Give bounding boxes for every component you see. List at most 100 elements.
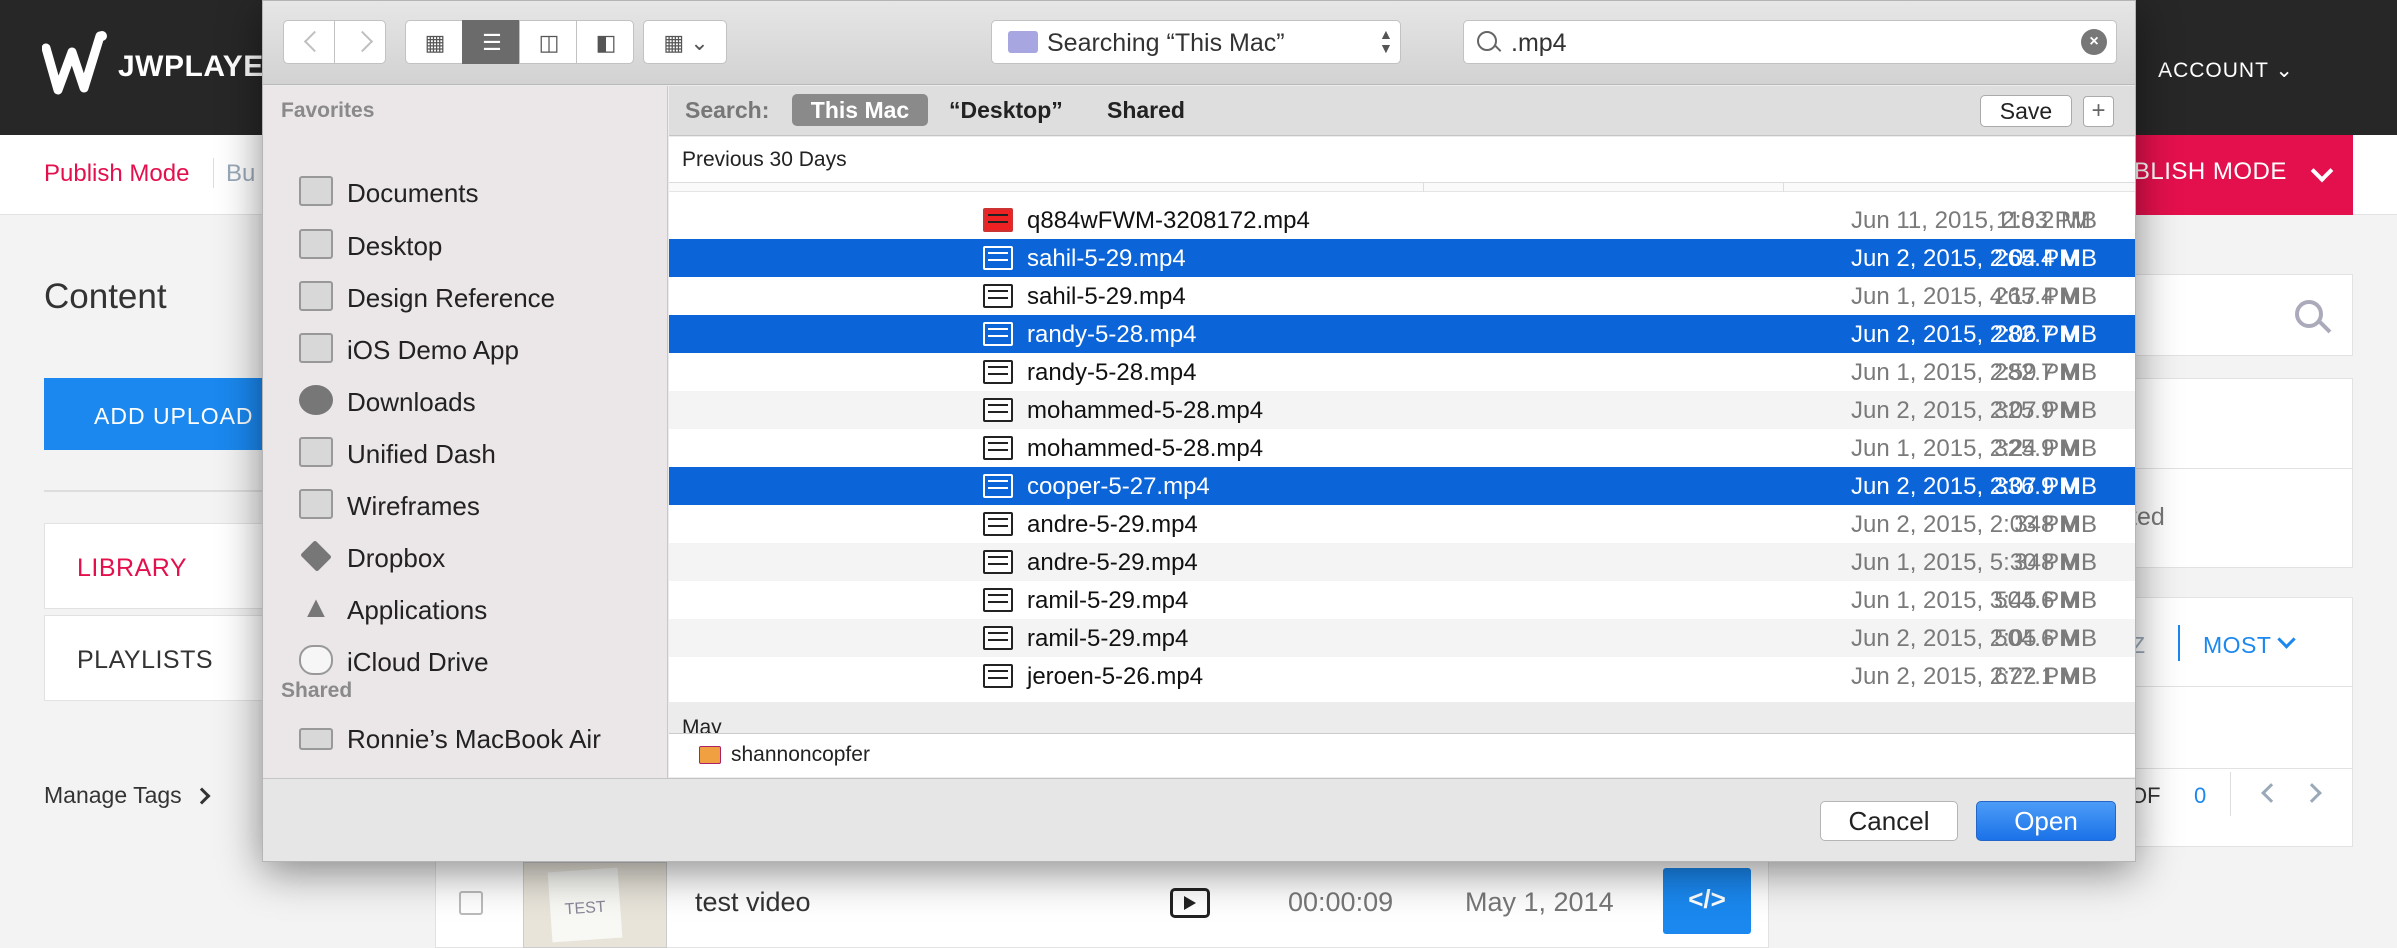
folder-icon (299, 437, 333, 467)
sidebar-item-wireframes[interactable]: Wireframes (263, 479, 668, 531)
scope-shared-button[interactable]: Shared (1107, 97, 1185, 124)
column-divider[interactable] (1783, 183, 1784, 192)
section-header (669, 137, 2135, 183)
sidebar-item-design-reference[interactable]: Design Reference (263, 271, 668, 323)
file-size: 348 MB (2014, 511, 2097, 538)
path-home-label[interactable]: shannoncopfer (731, 743, 870, 767)
embed-code-button[interactable]: </> (1663, 868, 1751, 934)
folder-icon (299, 489, 333, 519)
file-size: 325.9 MB (1994, 397, 2097, 424)
sidebar-item-unified-dash[interactable]: Unified Dash (263, 427, 668, 479)
scope-this-mac-button[interactable]: This Mac (792, 94, 928, 126)
add-criteria-button[interactable]: + (2083, 96, 2114, 127)
video-file-icon (983, 588, 1013, 612)
columns-icon: ◫ (538, 30, 560, 55)
path-bar (669, 733, 2135, 777)
search-scope-label: Searching “This Mac” (1047, 29, 1285, 57)
sidebar-item-documents[interactable]: Documents (263, 166, 668, 218)
file-size: 265.4 MB (1994, 283, 2097, 310)
list-icon: ☰ (482, 30, 502, 55)
file-row[interactable]: cooper-5-27.mp4 Jun 2, 2015, 2:07 PM 336.9… (669, 467, 2135, 505)
publish-mode-link[interactable]: Publish Mode (44, 160, 189, 188)
documents-icon (299, 176, 333, 206)
manage-tags-link[interactable]: Manage Tags (44, 782, 182, 809)
file-size: 265.4 MB (1994, 245, 2097, 272)
sidebar-item-label: Design Reference (347, 283, 556, 313)
account-label: ACCOUNT (2158, 59, 2269, 82)
save-search-button[interactable]: Save (1980, 95, 2072, 127)
video-file-icon (983, 322, 1013, 346)
row-checkbox[interactable] (459, 891, 483, 915)
file-name: mohammed-5-28.mp4 (1027, 435, 1264, 462)
close-icon[interactable]: × (2081, 29, 2107, 55)
file-row[interactable]: andre-5-29.mp4 Jun 1, 2015, 5:30 PM 348 MB (669, 543, 2135, 581)
list-view-button[interactable]: ☰ (462, 20, 520, 64)
column-divider[interactable] (1423, 183, 1424, 192)
search-query[interactable]: .mp4 (1511, 29, 1567, 58)
play-icon (1184, 896, 1196, 910)
file-open-dialog: ▦ ☰ ◫ ◧ ▦ ⌄ Searching “This Mac” ▲ ▼ .mp4… (262, 0, 2136, 862)
file-row[interactable]: randy-5-28.mp4 Jun 2, 2015, 2:06 PM 282.7 … (669, 315, 2135, 353)
thumbnail-sign: TEST (547, 867, 623, 943)
file-name: ramil-5-29.mp4 (1027, 587, 1189, 614)
publish-mode-button-label: UBLISH MODE (2116, 158, 2287, 185)
file-row[interactable]: mohammed-5-28.mp4 Jun 1, 2015, 2:24 PM 325… (669, 429, 2135, 467)
sidebar-item-label: Documents (347, 178, 479, 208)
divider (2178, 625, 2180, 661)
file-name: sahil-5-29.mp4 (1027, 245, 1186, 272)
file-row[interactable]: q884wFWM-3208172.mp4 Jun 11, 2015, 2:03 P… (669, 201, 2135, 239)
sidebar-item-dropbox[interactable]: Dropbox (263, 531, 668, 583)
file-row[interactable]: andre-5-29.mp4 Jun 2, 2015, 2:03 PM 348 MB (669, 505, 2135, 543)
applications-icon: ▲ (301, 591, 331, 624)
open-button[interactable]: Open (1976, 801, 2116, 841)
file-row[interactable]: randy-5-28.mp4 Jun 1, 2015, 2:59 PM 282.7 … (669, 353, 2135, 391)
file-name: andre-5-29.mp4 (1027, 549, 1198, 576)
video-file-icon (983, 474, 1013, 498)
column-view-button[interactable]: ◫ (519, 20, 577, 64)
video-file-icon (983, 246, 1013, 270)
section-label: Previous 30 Days (682, 148, 847, 171)
file-row[interactable]: mohammed-5-28.mp4 Jun 2, 2015, 2:07 PM 325… (669, 391, 2135, 429)
file-row[interactable]: ramil-5-29.mp4 Jun 1, 2015, 3:45 PM 504.6 … (669, 581, 2135, 619)
sidebar-item-desktop[interactable]: Desktop (263, 219, 668, 271)
video-duration: 00:00:09 (1288, 887, 1394, 917)
video-file-icon (983, 208, 1013, 232)
file-size: 504.6 MB (1994, 587, 2097, 614)
sidebar-item-ios-demo-app[interactable]: iOS Demo App (263, 323, 668, 375)
pager-total: 0 (2194, 783, 2207, 808)
sidebar-item-applications[interactable]: ▲ Applications (263, 583, 668, 635)
scope-desktop-button[interactable]: “Desktop” (949, 97, 1063, 124)
file-name: randy-5-28.mp4 (1027, 359, 1197, 386)
file-row[interactable]: ramil-5-29.mp4 Jun 2, 2015, 2:05 PM 504.6 … (669, 619, 2135, 657)
add-upload-button[interactable]: ADD UPLOAD (44, 378, 284, 450)
cancel-button[interactable]: Cancel (1820, 801, 1958, 841)
divider (2230, 772, 2231, 816)
file-row[interactable]: sahil-5-29.mp4 Jun 1, 2015, 4:17 PM 265.4 … (669, 277, 2135, 315)
icon-view-button[interactable]: ▦ (405, 20, 463, 64)
divider (2110, 468, 2353, 469)
column-header-strip (669, 183, 2135, 192)
section-label-may: May (682, 716, 722, 734)
sidebar-item-macbook-air[interactable]: Ronnie’s MacBook Air (263, 712, 668, 764)
cover-flow-button[interactable]: ◧ (576, 20, 634, 64)
sidebar-item-downloads[interactable]: Downloads (263, 375, 668, 427)
file-row[interactable]: jeroen-5-26.mp4 Jun 2, 2015, 2:22 PM 677.1… (669, 657, 2135, 695)
divider (2110, 768, 2353, 769)
file-size: 282.7 MB (1994, 359, 2097, 386)
file-name: ramil-5-29.mp4 (1027, 625, 1189, 652)
sort-most-option[interactable]: MOST (2203, 632, 2271, 659)
search-icon (1477, 31, 1497, 51)
sidebar-item-label: iCloud Drive (347, 647, 489, 677)
build-mode-link[interactable]: Bu (226, 160, 255, 188)
chevron-right-icon (193, 787, 211, 805)
playlists-nav[interactable]: PLAYLISTS (44, 615, 284, 701)
file-row[interactable]: sahil-5-29.mp4 Jun 2, 2015, 2:04 PM 265.4 … (669, 239, 2135, 277)
cover-flow-icon: ◧ (595, 30, 617, 55)
account-menu[interactable]: ACCOUNT ⌄ (2158, 58, 2294, 83)
sidebar-item-label: Unified Dash (347, 439, 496, 469)
folder-icon (299, 281, 333, 311)
video-title[interactable]: test video (695, 887, 811, 918)
scope-search-label: Search: (685, 97, 770, 123)
library-nav[interactable]: LIBRARY (44, 523, 284, 609)
arrange-button[interactable]: ▦ ⌄ (643, 20, 727, 64)
